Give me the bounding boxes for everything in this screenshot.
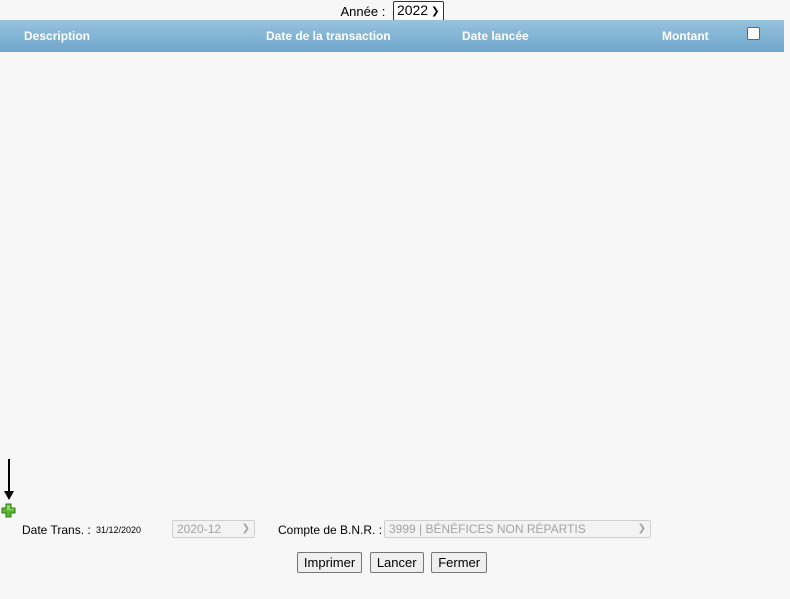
column-header-amount[interactable]: Montant — [662, 29, 709, 43]
bnr-account-select[interactable]: 3999 | BÉNÉFICES NON RÉPARTIS ❯ — [384, 520, 651, 538]
launch-button[interactable]: Lancer — [369, 552, 424, 573]
year-selector-bar: Année : 2022 ❯ — [0, 0, 784, 21]
form-row: Date Trans. : 31/12/2020 2020-12 ❯ Compte… — [0, 520, 784, 540]
plus-icon[interactable] — [1, 503, 16, 518]
chevron-down-icon: ❯ — [431, 6, 440, 17]
table-body — [0, 52, 784, 492]
column-header-launched-date[interactable]: Date lancée — [462, 29, 529, 43]
year-label: Année : — [340, 4, 386, 19]
bnr-account-select-value: 3999 | BÉNÉFICES NON RÉPARTIS — [389, 522, 586, 536]
chevron-down-icon: ❯ — [241, 523, 250, 534]
bnr-account-label: Compte de B.N.R. : — [278, 523, 383, 537]
select-all-checkbox[interactable] — [747, 27, 760, 40]
action-buttons: Imprimer Lancer Fermer — [0, 552, 784, 574]
date-trans-label: Date Trans. : — [22, 523, 91, 537]
column-header-transaction-date[interactable]: Date de la transaction — [266, 29, 391, 43]
year-select[interactable]: 2022 ❯ — [392, 1, 444, 21]
print-button[interactable]: Imprimer — [296, 552, 363, 573]
period-select-value: 2020-12 — [177, 522, 222, 536]
table-header: Description Date de la transaction Date … — [0, 20, 784, 52]
year-select-value: 2022 — [396, 2, 429, 18]
arrow-head — [4, 491, 14, 500]
arrow-down-icon — [8, 459, 10, 493]
chevron-down-icon: ❯ — [637, 523, 646, 534]
close-button[interactable]: Fermer — [431, 552, 488, 573]
period-select[interactable]: 2020-12 ❯ — [172, 520, 255, 538]
date-trans-value: 31/12/2020 — [96, 525, 142, 535]
column-header-description[interactable]: Description — [24, 29, 90, 43]
